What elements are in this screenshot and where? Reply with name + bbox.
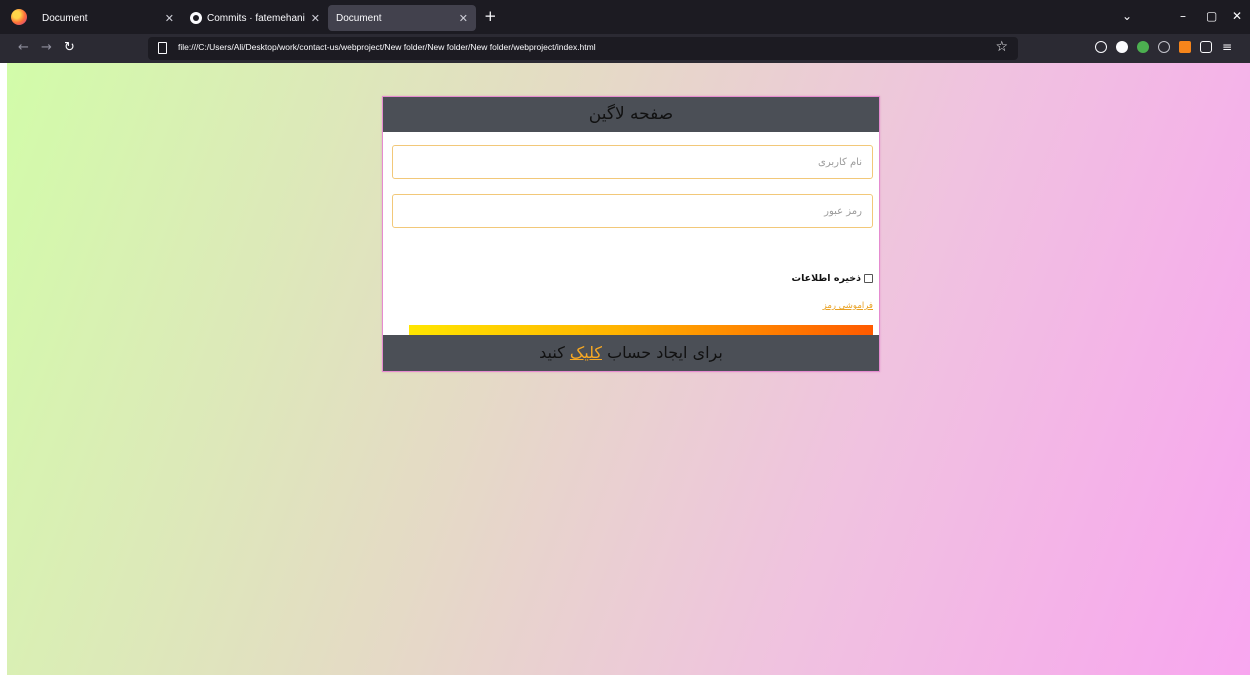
extension-ring-icon[interactable] (1158, 41, 1170, 53)
extension-leaf-icon[interactable] (1137, 41, 1149, 53)
url-bar[interactable]: file:///C:/Users/Ali/Desktop/work/contac… (148, 37, 1018, 60)
list-tabs-button[interactable]: ⌄ (1122, 9, 1132, 23)
back-button[interactable]: ← (18, 40, 29, 55)
close-window-button[interactable]: ✕ (1232, 9, 1242, 23)
bookmark-star-icon[interactable]: ☆ (995, 39, 1008, 55)
menu-hamburger-icon[interactable]: ≡ (1221, 41, 1233, 53)
login-card: صفحه لاگین ذخیره اطلاعات فراموشی رمز ورو… (382, 96, 880, 372)
remember-checkbox[interactable] (864, 274, 873, 283)
reload-button[interactable]: ↻ (64, 40, 75, 55)
remember-me[interactable]: ذخیره اطلاعات (792, 273, 873, 284)
tab-label: Commits · fatemehaniba/web (207, 12, 305, 24)
account-icon[interactable] (1116, 41, 1128, 53)
page-title: صفحه لاگین (383, 97, 879, 132)
browser-nav-bar: ← → ↻ file:///C:/Users/Ali/Desktop/work/… (0, 34, 1250, 63)
forgot-password-link[interactable]: فراموشی رمز (823, 301, 873, 311)
tab-label: Document (336, 12, 382, 24)
page-icon (158, 42, 167, 54)
extensions-puzzle-icon[interactable] (1200, 41, 1212, 53)
signup-footer: برای ایجاد حساب کلیک کنید (383, 335, 879, 371)
new-tab-button[interactable]: + (484, 9, 497, 24)
restore-button[interactable]: ▢ (1206, 9, 1217, 23)
username-input[interactable] (392, 145, 873, 179)
url-text[interactable]: file:///C:/Users/Ali/Desktop/work/contac… (178, 42, 596, 52)
close-icon[interactable]: ✕ (459, 12, 468, 25)
tab-commits[interactable]: Commits · fatemehaniba/web ✕ (182, 5, 328, 31)
signup-link[interactable]: کلیک (570, 343, 602, 362)
tab-document-1[interactable]: Document ✕ (34, 5, 182, 31)
tab-document-active[interactable]: Document ✕ (328, 5, 476, 31)
footer-text-before: برای ایجاد حساب (607, 343, 723, 362)
firefox-logo-icon (11, 9, 27, 25)
browser-tab-bar: Document ✕ Commits · fatemehaniba/web ✕ … (0, 0, 1250, 34)
github-icon (190, 12, 202, 24)
close-icon[interactable]: ✕ (165, 12, 174, 25)
pocket-icon[interactable] (1095, 41, 1107, 53)
metamask-icon[interactable] (1179, 41, 1191, 53)
close-icon[interactable]: ✕ (311, 12, 320, 25)
footer-text-after: کنید (539, 343, 565, 362)
password-input[interactable] (392, 194, 873, 228)
forward-button[interactable]: → (41, 40, 52, 55)
page-viewport: صفحه لاگین ذخیره اطلاعات فراموشی رمز ورو… (7, 63, 1250, 675)
tab-label: Document (42, 12, 88, 24)
minimize-button[interactable]: – (1180, 9, 1186, 23)
remember-label: ذخیره اطلاعات (791, 273, 861, 284)
